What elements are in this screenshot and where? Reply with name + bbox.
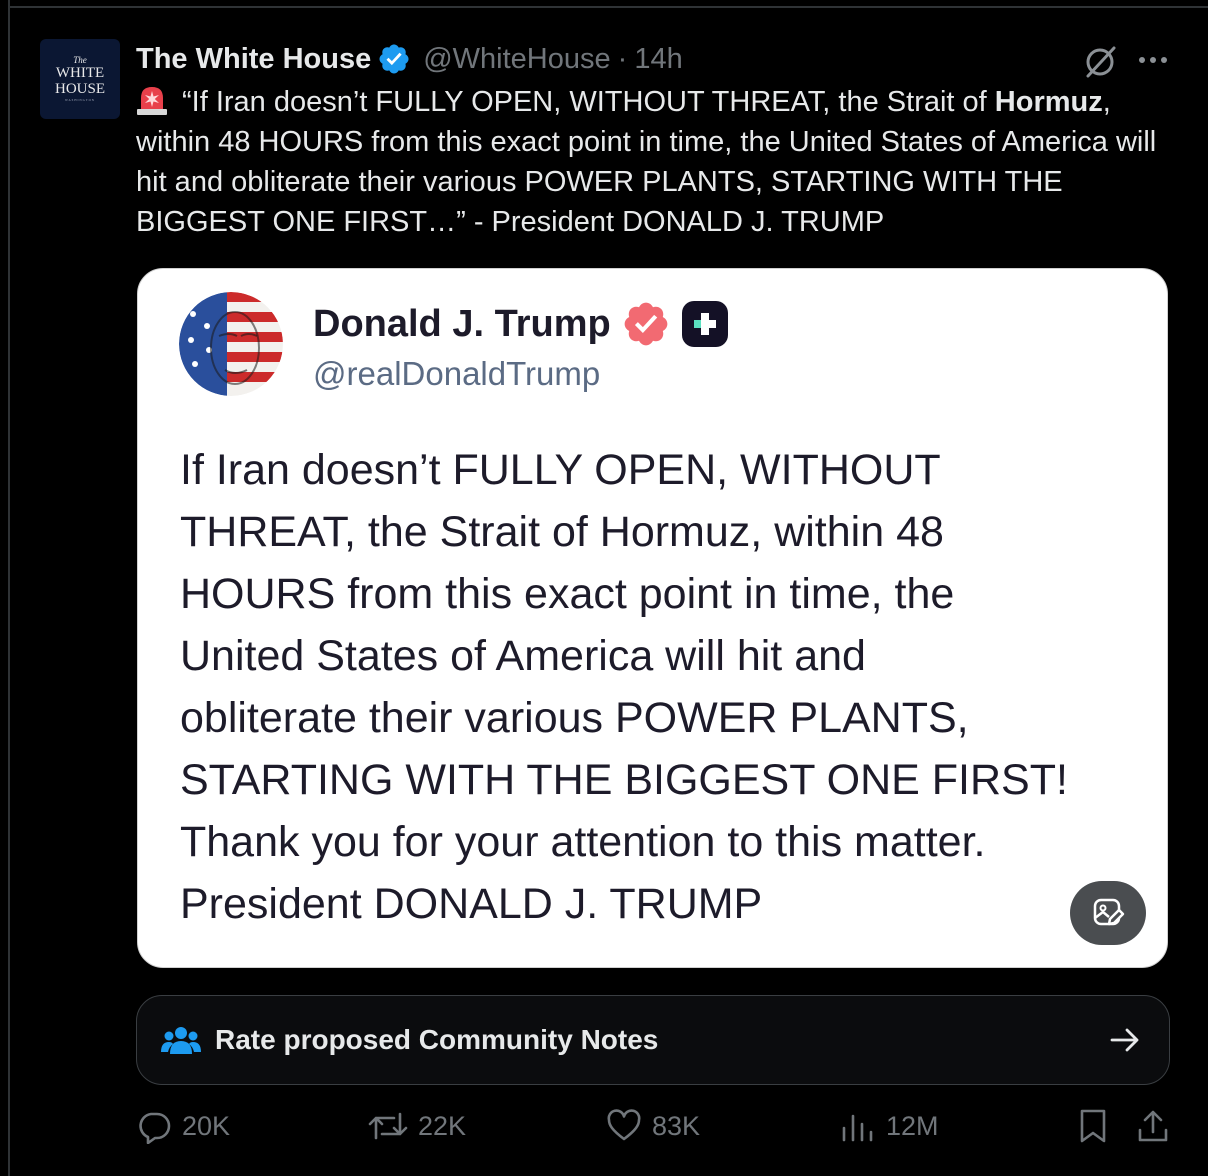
share-button[interactable] <box>1136 1108 1180 1144</box>
repost-count: 22K <box>418 1110 467 1141</box>
bookmark-icon <box>1080 1109 1106 1143</box>
views-button[interactable]: 12M <box>840 1108 939 1144</box>
views-count: 12M <box>886 1110 939 1141</box>
author-handle[interactable]: @WhiteHouse <box>423 43 610 76</box>
quoted-author-row: Donald J. Trump <box>313 299 729 349</box>
quoted-author-handle[interactable]: @realDonaldTrump <box>313 355 600 393</box>
truth-social-icon <box>681 301 728 347</box>
more-icon[interactable] <box>1136 46 1170 74</box>
bookmark-button[interactable] <box>1076 1108 1120 1144</box>
post-text-part1: “If Iran doesn’t FULLY OPEN, WITHOUT THR… <box>182 86 995 118</box>
trump-avatar[interactable] <box>179 292 283 396</box>
quoted-post-body: If Iran doesn’t FULLY OPEN, WITHOUT THRE… <box>180 446 1068 928</box>
community-notes-button[interactable]: Rate proposed Community Notes <box>136 995 1170 1085</box>
arrow-right-icon <box>1110 1028 1139 1052</box>
avatar[interactable]: The WHITE HOUSE WASHINGTON <box>40 39 120 119</box>
views-icon <box>842 1114 873 1142</box>
avatar-text-washington: WASHINGTON <box>65 98 95 102</box>
reply-button[interactable]: 20K <box>136 1108 230 1144</box>
like-count: 83K <box>652 1110 701 1141</box>
verified-badge-icon[interactable] <box>377 42 411 76</box>
grok-icon[interactable] <box>1082 44 1118 80</box>
quoted-post-card[interactable]: Donald J. Trump @realDonaldTrump If Iran… <box>137 268 1168 968</box>
action-bar: 20K 22K 83K 12M <box>136 1108 1176 1156</box>
edit-image-icon <box>1093 898 1125 926</box>
like-icon <box>607 1109 641 1141</box>
share-icon <box>1138 1110 1168 1142</box>
avatar-text-white: WHITE <box>55 65 105 81</box>
community-notes-label: Rate proposed Community Notes <box>215 1024 659 1055</box>
avatar-text-the: The <box>73 55 87 65</box>
like-button[interactable]: 83K <box>606 1108 700 1144</box>
repost-button[interactable]: 22K <box>368 1108 466 1144</box>
quoted-author-name[interactable]: Donald J. Trump <box>313 303 611 346</box>
separator: · <box>617 42 628 75</box>
post-text: “If Iran doesn’t FULLY OPEN, WITHOUT THR… <box>136 82 1176 242</box>
post-header: The White House @WhiteHouse · 14h <box>136 40 683 78</box>
frame-border-top <box>8 6 1208 8</box>
edit-image-button[interactable] <box>1070 881 1146 945</box>
author-name[interactable]: The White House <box>136 43 371 76</box>
verified-badge-icon <box>624 302 668 346</box>
frame-border-left <box>8 0 10 1176</box>
post-time[interactable]: 14h <box>634 43 682 76</box>
reply-count: 20K <box>182 1110 231 1141</box>
reply-icon <box>139 1112 171 1144</box>
community-notes-icon <box>161 1027 201 1054</box>
repost-icon <box>368 1112 408 1140</box>
avatar-text-house: HOUSE <box>54 81 105 97</box>
post-text-bold: Hormuz <box>994 86 1103 118</box>
siren-emoji-icon <box>137 87 167 115</box>
